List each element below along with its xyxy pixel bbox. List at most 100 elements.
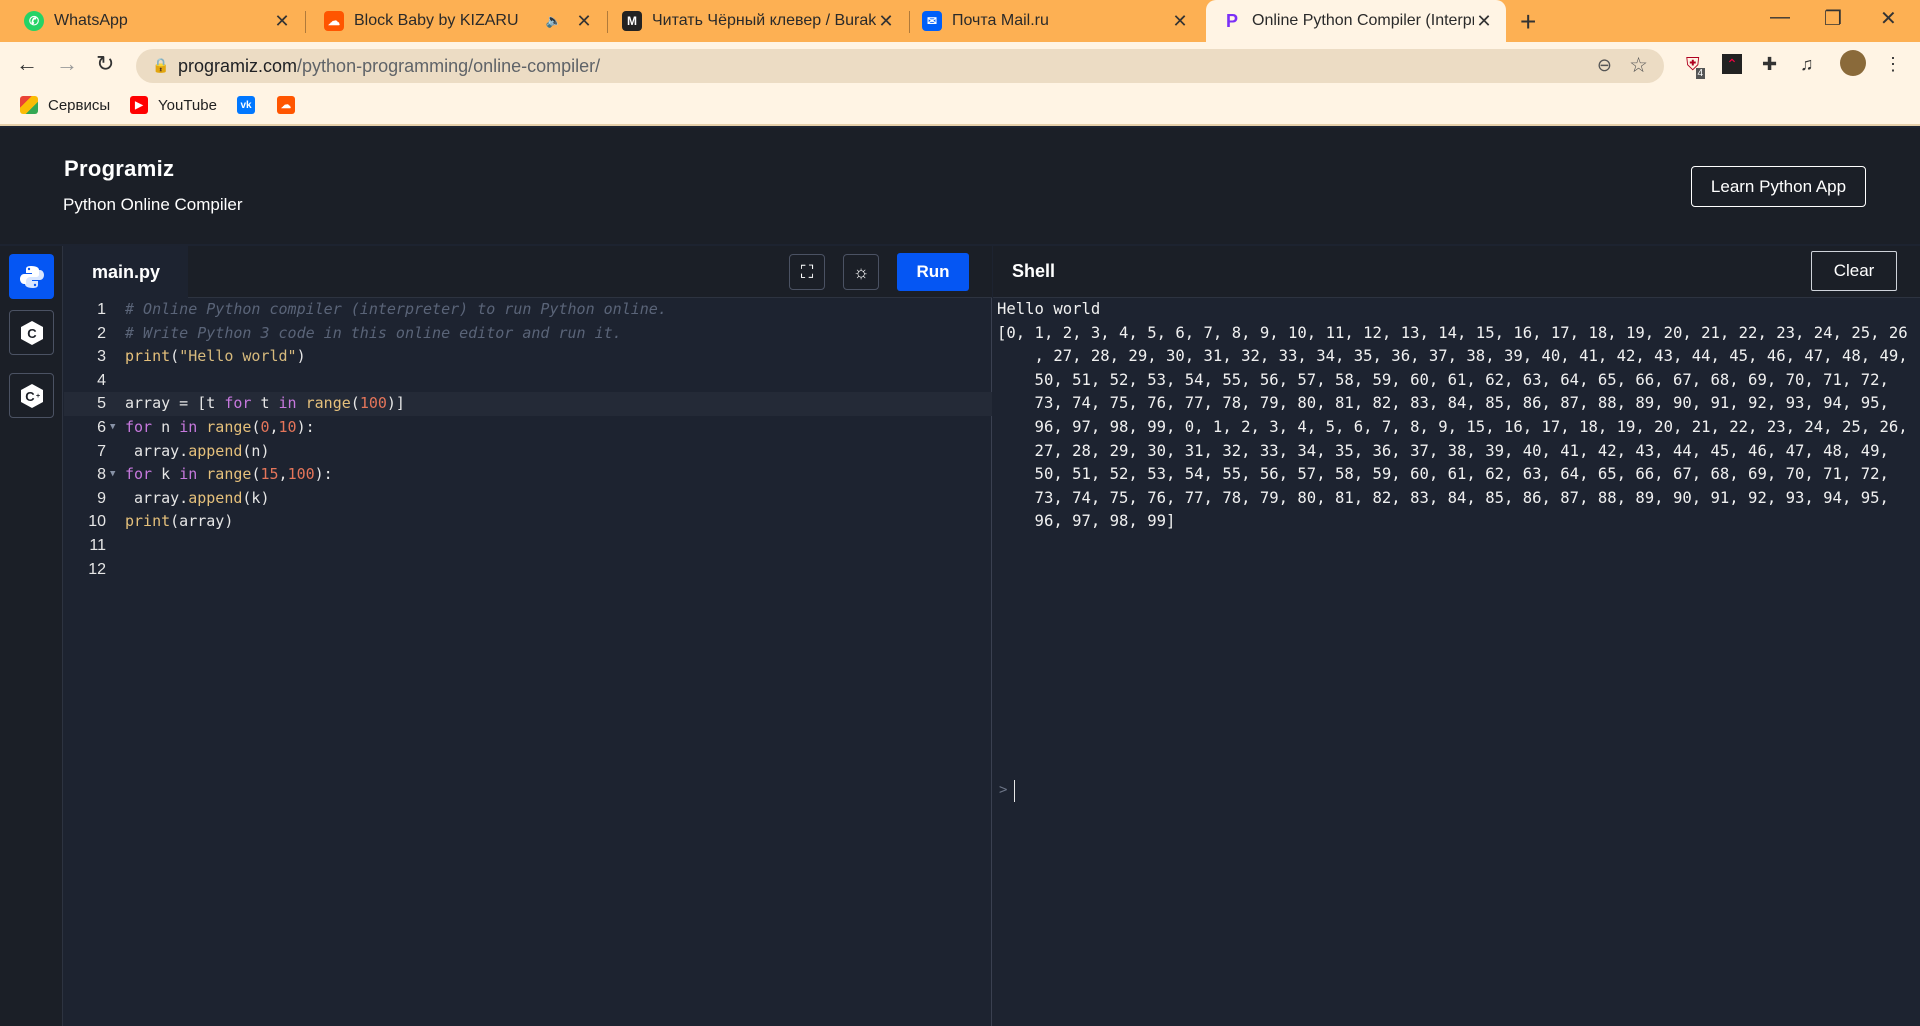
theme-toggle-button[interactable]: ☼	[843, 254, 879, 290]
shell-title: Shell	[1012, 261, 1056, 281]
code-line: 4	[97, 371, 106, 389]
menu-kebab-icon[interactable]: ⋮	[1884, 54, 1902, 75]
tab-programiz[interactable]: P Online Python Compiler (Interpre ✕	[1206, 0, 1506, 42]
output-line: 73, 74, 75, 76, 77, 78, 79, 80, 81, 82, …	[997, 394, 1889, 413]
code-line: 6 ▼ for n in range(0,10):	[64, 416, 992, 440]
python-language-button[interactable]	[9, 254, 54, 299]
fold-arrow-icon[interactable]: ▼	[110, 463, 115, 487]
window-close-icon[interactable]: ✕	[1880, 6, 1897, 31]
shell-output[interactable]: Hello world [0, 1, 2, 3, 4, 5, 6, 7, 8, …	[997, 298, 1908, 534]
output-line: Hello world	[997, 300, 1101, 318]
code-editor-panel: main.py ⛶ ☼ Run 1 # Online Python compile…	[64, 246, 992, 1026]
cpp-language-button[interactable]: C +	[9, 373, 54, 418]
soundcloud-icon: ☁	[324, 11, 344, 31]
fullscreen-icon: ⛶	[800, 261, 814, 282]
svg-text:+: +	[35, 393, 39, 400]
zoom-icon[interactable]: ⊖	[1597, 55, 1612, 76]
output-line: 27, 28, 29, 30, 31, 32, 33, 34, 35, 36, …	[997, 441, 1889, 460]
output-line: 50, 51, 52, 53, 54, 55, 56, 57, 58, 59, …	[997, 370, 1889, 389]
code-area[interactable]: 1 # Online Python compiler (interpreter) …	[64, 298, 992, 581]
close-tab-icon[interactable]: ✕	[272, 11, 292, 32]
fold-arrow-icon[interactable]: ▼	[110, 416, 115, 440]
programiz-icon: P	[1225, 10, 1238, 31]
editor-toolbar: main.py ⛶ ☼ Run	[64, 246, 992, 298]
tab-mail[interactable]: ✉ Почта Mail.ru ✕	[910, 0, 1202, 42]
lock-icon: 🔒	[152, 57, 170, 73]
tab-title: WhatsApp	[54, 12, 128, 29]
code-line: 1 # Online Python compiler (interpreter) …	[97, 300, 667, 318]
python-icon	[19, 265, 44, 288]
ublock-extension-icon[interactable]: ⛨4	[1686, 54, 1709, 79]
c-language-button[interactable]: C	[9, 310, 54, 355]
new-tab-icon[interactable]: +	[1520, 6, 1536, 38]
tab-soundcloud[interactable]: ☁ Block Baby by KIZARU 🔈 ✕	[306, 0, 606, 42]
puzzle-extensions-icon[interactable]: ✚	[1762, 54, 1777, 75]
close-tab-icon[interactable]: ✕	[1474, 11, 1494, 32]
shell-panel: Shell Clear Hello world [0, 1, 2, 3, 4, …	[993, 246, 1920, 1026]
bookmark-vk[interactable]: vk	[237, 96, 265, 114]
tab-whatsapp[interactable]: ✆ WhatsApp ✕	[0, 0, 304, 42]
code-line: 7 array.append(n)	[97, 441, 270, 460]
learn-python-app-button[interactable]: Learn Python App	[1691, 166, 1866, 207]
youtube-icon: ▶	[130, 96, 148, 114]
extension-icon[interactable]: ⌃	[1722, 54, 1742, 74]
tab-manga[interactable]: M Читать Чёрный клевер / Burakk ✕	[608, 0, 908, 42]
bookmark-star-icon[interactable]: ☆	[1629, 53, 1648, 78]
language-sidebar: C C +	[0, 246, 63, 1026]
output-line: 50, 51, 52, 53, 54, 55, 56, 57, 58, 59, …	[997, 465, 1889, 484]
run-button[interactable]: Run	[897, 253, 969, 291]
clear-button[interactable]: Clear	[1811, 251, 1897, 291]
code-line-current: 5 array = [t for t in range(100)]	[64, 392, 992, 416]
forward-icon[interactable]: →	[56, 51, 78, 77]
close-tab-icon[interactable]: ✕	[876, 11, 896, 32]
omnibox[interactable]: 🔒 programiz.com/python-programming/onlin…	[136, 49, 1664, 83]
file-tab-main[interactable]: main.py	[64, 246, 188, 298]
restore-icon[interactable]: ❐	[1824, 6, 1842, 31]
vk-icon: vk	[237, 96, 255, 114]
shell-toolbar: Shell Clear	[993, 246, 1920, 298]
address-toolbar: ← → ↻ 🔒 programiz.com/python-programming…	[0, 42, 1920, 88]
reload-icon[interactable]: ↻	[96, 51, 114, 77]
code-line: 8 ▼ for k in range(15,100):	[64, 463, 992, 487]
cpp-icon: C +	[20, 383, 43, 408]
sun-icon: ☼	[852, 261, 870, 282]
bookmark-youtube[interactable]: ▶ YouTube	[130, 96, 217, 114]
close-tab-icon[interactable]: ✕	[574, 11, 594, 32]
bookmark-label: YouTube	[158, 96, 217, 114]
code-line: 3 print("Hello world")	[97, 347, 306, 366]
tab-title: Читать Чёрный клевер / Burakk	[652, 12, 876, 29]
tab-title: Block Baby by KIZARU	[354, 12, 519, 29]
soundcloud-icon: ☁	[277, 96, 295, 114]
fullscreen-button[interactable]: ⛶	[789, 254, 825, 290]
output-line: 96, 97, 98, 99]	[997, 512, 1176, 531]
code-line: 2 # Write Python 3 code in this online ed…	[97, 323, 622, 342]
c-icon: C	[20, 320, 43, 345]
url-text[interactable]: programiz.com/python-programming/online-…	[178, 56, 600, 77]
speaker-muted-icon[interactable]: 🔈	[546, 13, 562, 29]
code-line: 11	[89, 536, 106, 554]
code-line: 10 print(array)	[88, 512, 234, 531]
minimize-icon[interactable]: —	[1770, 6, 1790, 29]
tab-title: Почта Mail.ru	[952, 12, 1049, 29]
tab-title: Online Python Compiler (Interpre	[1252, 12, 1474, 29]
code-line: 9 array.append(k)	[97, 488, 270, 507]
whatsapp-icon: ✆	[24, 11, 44, 31]
output-line: 73, 74, 75, 76, 77, 78, 79, 80, 81, 82, …	[997, 488, 1889, 507]
media-control-icon[interactable]: ♫	[1800, 54, 1814, 75]
close-tab-icon[interactable]: ✕	[1170, 11, 1190, 32]
bookmark-services[interactable]: Сервисы	[20, 96, 110, 114]
svg-text:C: C	[27, 326, 37, 341]
shell-input-caret[interactable]	[1014, 780, 1015, 802]
code-line: 12	[88, 560, 106, 578]
back-icon[interactable]: ←	[16, 51, 38, 77]
svg-text:C: C	[25, 389, 35, 404]
programiz-logo[interactable]: Programiz	[64, 156, 174, 182]
manga-icon: M	[622, 11, 642, 31]
profile-avatar[interactable]	[1840, 50, 1866, 76]
shell-prompt: >	[999, 782, 1008, 798]
output-line: , 27, 28, 29, 30, 31, 32, 33, 34, 35, 36…	[997, 347, 1908, 366]
output-line: 96, 97, 98, 99, 0, 1, 2, 3, 4, 5, 6, 7, …	[997, 417, 1908, 436]
browser-tab-bar: ✆ WhatsApp ✕ ☁ Block Baby by KIZARU 🔈 ✕ …	[0, 0, 1920, 42]
bookmarks-bar: Сервисы ▶ YouTube vk ☁	[0, 88, 1920, 126]
bookmark-soundcloud[interactable]: ☁	[277, 96, 305, 114]
